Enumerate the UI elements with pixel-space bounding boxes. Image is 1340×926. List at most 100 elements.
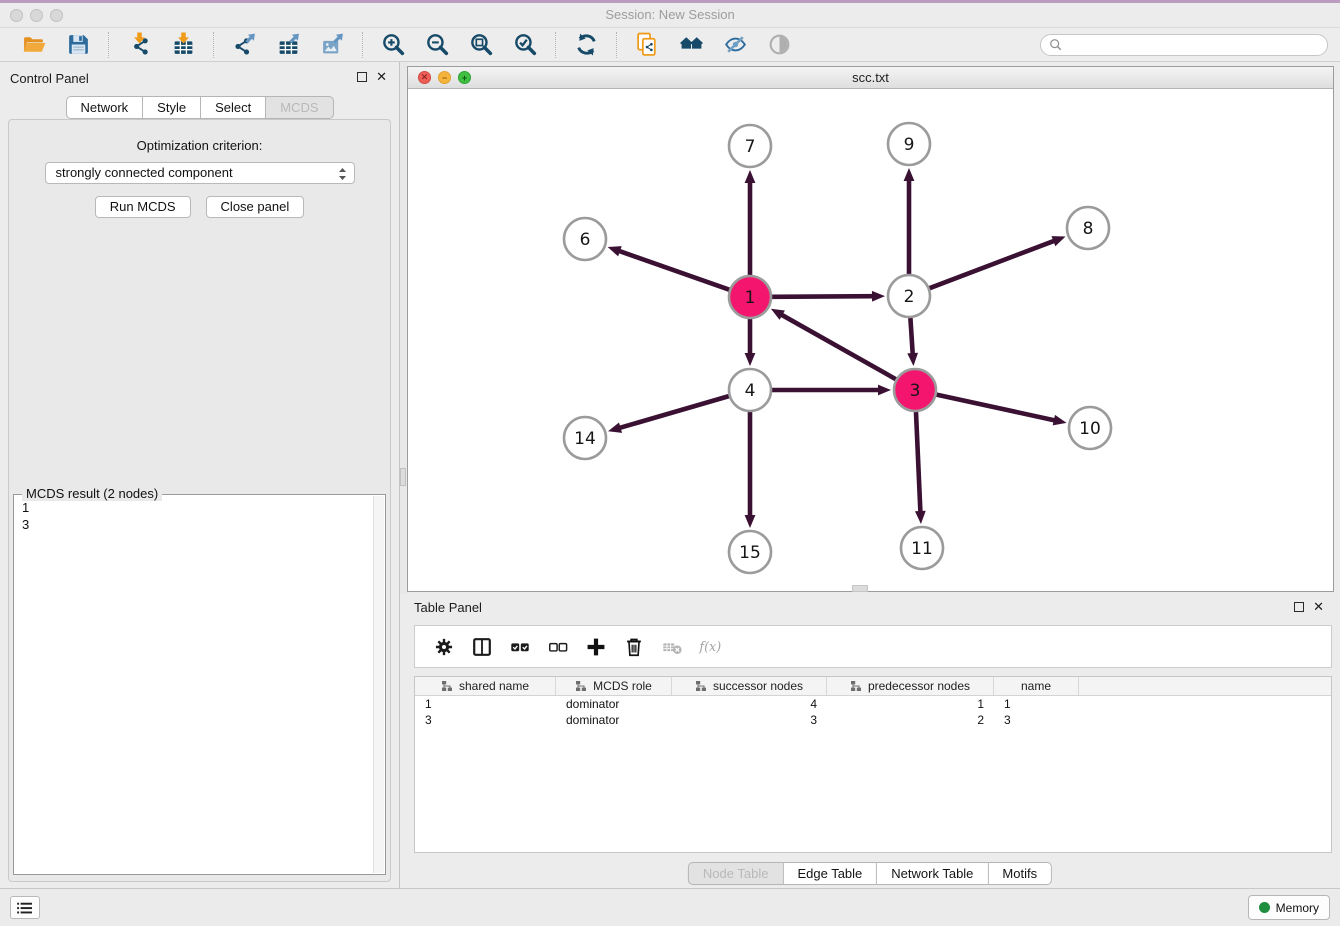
graph-edge-2-3[interactable] (910, 318, 912, 355)
first-neighbors-icon[interactable] (678, 32, 704, 58)
table-cell[interactable]: 3 (994, 712, 1079, 728)
splitter-handle[interactable] (400, 468, 406, 486)
vertical-scrollbar[interactable] (373, 496, 384, 873)
graph-node-label: 14 (574, 429, 596, 449)
table-cell[interactable]: dominator (556, 712, 672, 728)
export-image-icon[interactable] (319, 32, 345, 58)
table-cell[interactable]: 2 (827, 712, 994, 728)
graph-edge-arrowhead (904, 168, 915, 181)
column-header-successor-nodes[interactable]: successor nodes (672, 677, 827, 695)
graph-edge-arrowhead (878, 385, 891, 396)
column-select-icon[interactable] (470, 635, 494, 659)
horizontal-splitter-handle[interactable] (852, 585, 868, 592)
save-icon[interactable] (65, 32, 91, 58)
graph-edge-3-11[interactable] (916, 412, 920, 513)
task-history-button[interactable] (10, 896, 40, 919)
svg-text:f(x): f(x) (698, 639, 721, 654)
mcds-result-group: MCDS result (2 nodes) 13 (13, 494, 386, 875)
table-tabs: Node TableEdge TableNetwork TableMotifs (688, 862, 1052, 885)
close-panel-icon[interactable]: ✕ (376, 69, 387, 84)
memory-status-icon (1259, 902, 1270, 913)
search-box[interactable] (1040, 34, 1328, 56)
settings-gear-icon[interactable] (432, 635, 456, 659)
graph-edge-3-10[interactable] (936, 395, 1055, 421)
search-icon (1049, 38, 1063, 52)
graph-node-label: 10 (1079, 419, 1101, 439)
tab-node-table[interactable]: Node Table (688, 862, 784, 885)
select-all-icon[interactable] (508, 635, 532, 659)
mcds-result-text[interactable]: 13 (14, 496, 372, 873)
graph-edge-1-6[interactable] (618, 251, 729, 290)
hide-details-icon[interactable] (722, 32, 748, 58)
close-panel-button[interactable]: Close panel (206, 196, 305, 218)
clone-network-icon[interactable] (634, 32, 660, 58)
refresh-icon[interactable] (573, 32, 599, 58)
graph-node-label: 9 (904, 135, 915, 155)
graph-edge-arrowhead (907, 353, 918, 366)
zoom-fit-icon[interactable] (468, 32, 494, 58)
import-table-icon[interactable] (170, 32, 196, 58)
column-header-MCDS-role[interactable]: MCDS role (556, 677, 672, 695)
float-table-panel-icon[interactable] (1294, 602, 1304, 612)
table-row[interactable]: 1dominator411 (415, 696, 1331, 712)
zoom-selected-icon[interactable] (512, 32, 538, 58)
status-bar: Memory (0, 888, 1340, 926)
control-panel-title: Control Panel (10, 71, 89, 86)
column-header-name[interactable]: name (994, 677, 1079, 695)
float-panel-icon[interactable] (357, 72, 367, 82)
tree-icon (695, 680, 707, 692)
table-cell[interactable]: 3 (672, 712, 827, 728)
show-details-icon (766, 32, 792, 58)
node-table: shared nameMCDS rolesuccessor nodesprede… (414, 676, 1332, 853)
graph-edge-3-1[interactable] (780, 314, 895, 379)
table-cell[interactable]: 4 (672, 696, 827, 712)
column-header-shared-name[interactable]: shared name (415, 677, 556, 695)
tab-network[interactable]: Network (65, 96, 143, 119)
export-table-icon[interactable] (275, 32, 301, 58)
table-cell[interactable]: 1 (415, 696, 556, 712)
toolbar-separator (213, 32, 214, 58)
table-cell[interactable]: 1 (827, 696, 994, 712)
dropdown-value: strongly connected component (56, 165, 233, 180)
table-body: 1dominator4113dominator323 (415, 696, 1331, 728)
mcds-panel: Optimization criterion: strongly connect… (8, 119, 391, 882)
control-panel-tabs: NetworkStyleSelectMCDS (65, 96, 333, 119)
tab-style[interactable]: Style (143, 96, 201, 119)
table-cell[interactable]: 1 (994, 696, 1079, 712)
delete-column-icon[interactable] (622, 635, 646, 659)
zoom-out-icon[interactable] (424, 32, 450, 58)
run-mcds-button[interactable]: Run MCDS (95, 196, 191, 218)
import-network-icon[interactable] (126, 32, 152, 58)
main-toolbar (0, 28, 1340, 62)
deselect-all-icon[interactable] (546, 635, 570, 659)
network-graph: 7968124314101511 (408, 89, 1333, 591)
zoom-in-icon[interactable] (380, 32, 406, 58)
table-cell[interactable]: dominator (556, 696, 672, 712)
application-window: Session: New Session Control Panel ✕ Net… (0, 0, 1340, 926)
graph-edge-arrowhead (1053, 415, 1067, 426)
memory-label: Memory (1276, 901, 1319, 915)
graph-edge-4-14[interactable] (619, 396, 729, 428)
table-row[interactable]: 3dominator323 (415, 712, 1331, 728)
open-file-icon[interactable] (21, 32, 47, 58)
close-table-panel-icon[interactable]: ✕ (1313, 599, 1324, 614)
tab-edge-table[interactable]: Edge Table (783, 862, 877, 885)
memory-button[interactable]: Memory (1248, 895, 1330, 920)
column-header-predecessor-nodes[interactable]: predecessor nodes (827, 677, 994, 695)
export-network-icon[interactable] (231, 32, 257, 58)
toolbar-separator (616, 32, 617, 58)
tab-motifs[interactable]: Motifs (988, 862, 1052, 885)
optimization-criterion-dropdown[interactable]: strongly connected component (45, 162, 355, 184)
control-panel-header: Control Panel ✕ (0, 62, 399, 94)
graph-edge-2-8[interactable] (930, 240, 1056, 288)
tab-network-table[interactable]: Network Table (877, 862, 988, 885)
add-column-icon[interactable] (584, 635, 608, 659)
network-canvas[interactable]: 7968124314101511 (408, 89, 1333, 591)
tab-select[interactable]: Select (201, 96, 266, 119)
graph-edge-arrowhead (1051, 236, 1065, 246)
graph-node-label: 4 (745, 381, 756, 401)
tab-mcds[interactable]: MCDS (266, 96, 333, 119)
search-input[interactable] (1068, 36, 1319, 54)
graph-edge-1-2[interactable] (772, 296, 874, 297)
table-cell[interactable]: 3 (415, 712, 556, 728)
